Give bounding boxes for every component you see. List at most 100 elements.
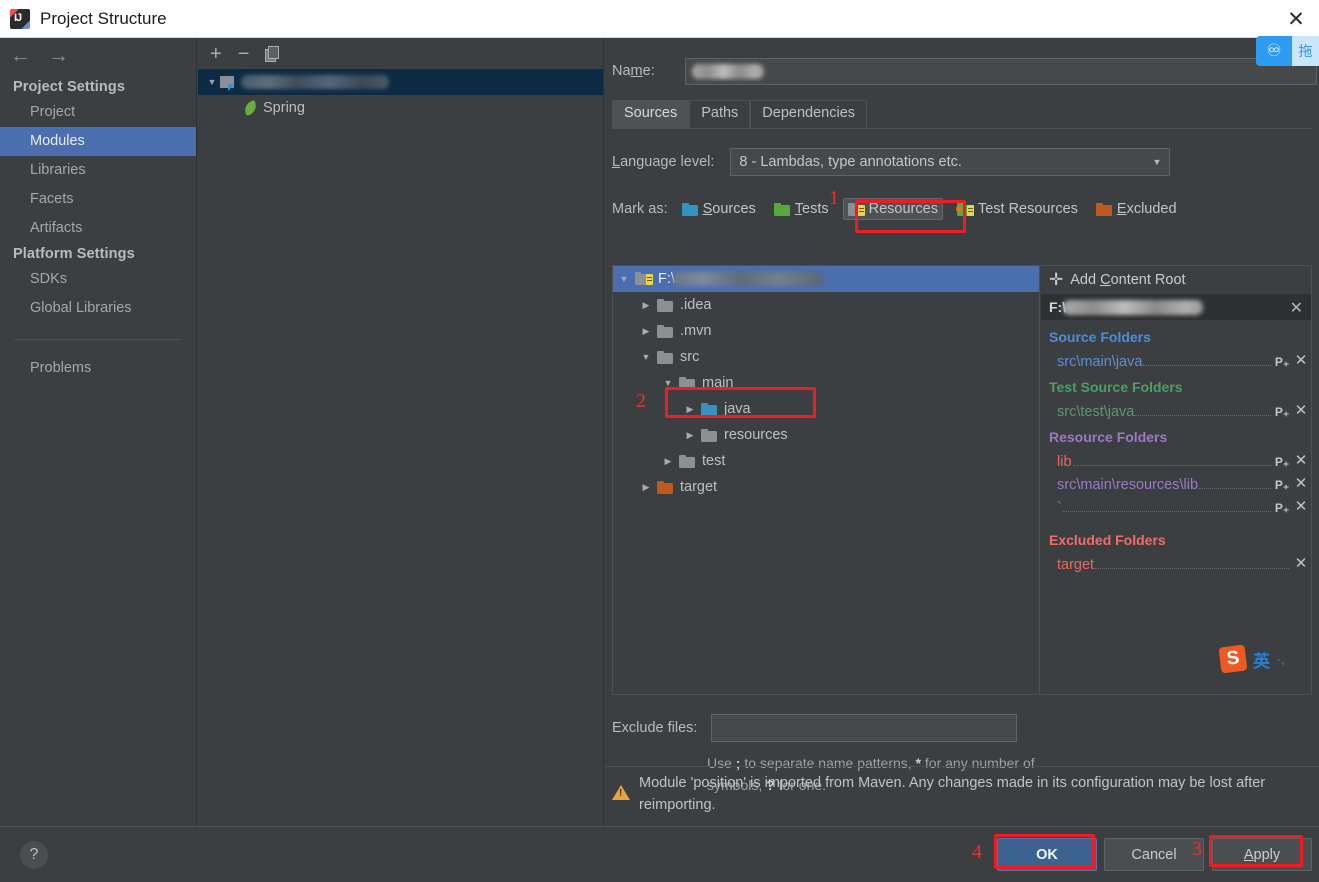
close-icon[interactable]: ✕ — [1291, 497, 1311, 515]
remove-content-root-icon[interactable]: ✕ — [1290, 298, 1303, 318]
dialog-footer: ? OK Cancel Apply — [0, 826, 1319, 882]
package-prefix-icon[interactable]: P₊ — [1273, 355, 1291, 369]
mark-as-test-resources-button[interactable]: Test Resources — [953, 198, 1082, 220]
close-icon[interactable]: ✕ — [1291, 554, 1311, 572]
window-title: Project Structure — [40, 8, 167, 28]
sogou-mode-label[interactable]: 英 — [1253, 647, 1270, 672]
sidebar-item-libraries[interactable]: Libraries — [0, 156, 196, 185]
excluded-folder-entry[interactable]: target ✕ — [1041, 550, 1311, 573]
sogou-ime-bar[interactable]: S 英 ·, — [1218, 642, 1286, 676]
close-icon[interactable]: ✕ — [1291, 401, 1311, 419]
module-tree-row-spring-facet[interactable]: Spring — [198, 95, 603, 121]
sogou-extra-icons[interactable]: ·, — [1276, 651, 1285, 668]
tree-label-target: target — [680, 479, 718, 495]
tree-row-main[interactable]: ▼ main — [613, 370, 1039, 396]
mark-as-excluded-button[interactable]: Excluded — [1092, 198, 1181, 220]
chevron-right-icon[interactable]: ▶ — [635, 482, 657, 493]
mark-as-tests-button[interactable]: Tests — [770, 198, 833, 220]
ok-button[interactable]: OK — [997, 838, 1097, 871]
sidebar-item-facets[interactable]: Facets — [0, 185, 196, 214]
plus-icon[interactable]: + — [210, 44, 222, 64]
tree-row-target[interactable]: ▶ target — [613, 474, 1039, 500]
chevron-down-icon[interactable]: ▼ — [657, 378, 679, 388]
entry-leader-dots — [1199, 488, 1271, 489]
hint-part-2: to separate name patterns, — [740, 755, 916, 771]
chevron-down-icon[interactable]: ▼ — [613, 274, 635, 284]
group-title-excluded-folders: Excluded Folders — [1049, 532, 1166, 548]
module-toolbar: + − — [198, 38, 603, 69]
package-prefix-icon[interactable]: P₊ — [1273, 501, 1291, 515]
chevron-down-icon[interactable]: ▼ — [635, 352, 657, 362]
tree-row-content-root[interactable]: ▼ F:\ — [613, 266, 1039, 292]
close-icon[interactable]: ✕ — [1291, 474, 1311, 492]
resource-folder-entry[interactable]: lib P₊ ✕ — [1041, 447, 1311, 470]
entry-leader-dots — [1095, 568, 1289, 569]
copy-icon[interactable] — [265, 45, 280, 62]
sidebar-item-project[interactable]: Project — [0, 98, 196, 127]
tree-row-src[interactable]: ▼ src — [613, 344, 1039, 370]
mark-as-sources-button[interactable]: Sources — [678, 198, 760, 220]
group-title-source-folders: Source Folders — [1049, 329, 1151, 345]
add-content-root-button[interactable]: ✛ Add Content Root — [1041, 266, 1311, 294]
tab-paths[interactable]: Paths — [689, 100, 751, 128]
folder-grey-icon — [679, 454, 696, 468]
baidu-netdisk-overlay[interactable]: ♾ 拖 — [1256, 36, 1319, 66]
tree-row-resources[interactable]: ▶ resources — [613, 422, 1039, 448]
folder-grey-icon — [701, 428, 718, 442]
plus-icon: ✛ — [1049, 270, 1064, 289]
chevron-right-icon[interactable]: ▶ — [679, 430, 701, 441]
folder-grey-icon — [657, 324, 674, 338]
sidebar-item-problems[interactable]: Problems — [0, 354, 196, 383]
chevron-down-icon[interactable]: ▼ — [204, 77, 220, 87]
resource-folder-entry[interactable]: ` P₊ ✕ — [1041, 493, 1311, 516]
arrow-right-icon[interactable]: → — [48, 45, 69, 66]
tree-row-test[interactable]: ▶ test — [613, 448, 1039, 474]
tree-row-idea[interactable]: ▶ .idea — [613, 292, 1039, 318]
resource-folder-entry[interactable]: src\main\resources\lib P₊ ✕ — [1041, 470, 1311, 493]
module-tree-row-selected[interactable]: ▼ — [198, 69, 603, 95]
chevron-right-icon[interactable]: ▶ — [635, 326, 657, 337]
package-prefix-icon[interactable]: P₊ — [1273, 405, 1291, 419]
module-name-input[interactable] — [684, 57, 1317, 85]
annotation-number-4: 4 — [972, 841, 982, 863]
exclude-files-label: Exclude files: — [612, 720, 698, 736]
baidu-netdisk-icon[interactable]: ♾ — [1256, 36, 1292, 66]
mark-as-resources-button[interactable]: Resources — [842, 198, 943, 220]
close-icon[interactable]: ✕ — [1291, 451, 1311, 469]
chevron-down-icon: ▼ — [1152, 157, 1162, 167]
test-source-folder-entry[interactable]: src\test\java P₊ ✕ — [1041, 397, 1311, 420]
tree-row-java[interactable]: ▶ java — [613, 396, 1039, 422]
help-button[interactable]: ? — [20, 841, 48, 869]
sidebar-item-sdks[interactable]: SDKs — [0, 265, 196, 294]
chevron-right-icon[interactable]: ▶ — [679, 404, 701, 415]
apply-button[interactable]: Apply — [1212, 838, 1312, 871]
package-prefix-icon[interactable]: P₊ — [1273, 478, 1291, 492]
minus-icon[interactable]: − — [238, 44, 250, 64]
package-prefix-icon[interactable]: P₊ — [1273, 455, 1291, 469]
close-icon[interactable]: ✕ — [1273, 0, 1319, 38]
tab-sources[interactable]: Sources — [612, 100, 690, 128]
folder-teal-icon — [701, 402, 718, 416]
module-name-row: Name: — [605, 54, 1319, 88]
tree-label-src: src — [680, 349, 700, 365]
excluded-folder-path: target — [1057, 557, 1095, 573]
chevron-right-icon[interactable]: ▶ — [635, 300, 657, 311]
sidebar-item-global-libraries[interactable]: Global Libraries — [0, 294, 196, 323]
sidebar-item-artifacts[interactable]: Artifacts — [0, 214, 196, 243]
module-name-redacted — [241, 75, 389, 89]
close-icon[interactable]: ✕ — [1291, 351, 1311, 369]
source-folder-entry[interactable]: src\main\java P₊ ✕ — [1041, 347, 1311, 370]
tree-row-mvn[interactable]: ▶ .mvn — [613, 318, 1039, 344]
mark-as-resources-label: Resources — [868, 201, 938, 217]
arrow-left-icon[interactable]: ← — [10, 45, 31, 66]
facet-label: Spring — [263, 100, 305, 116]
sogou-logo-icon[interactable]: S — [1218, 644, 1248, 674]
group-title-resource-folders: Resource Folders — [1049, 429, 1168, 445]
chevron-right-icon[interactable]: ▶ — [657, 456, 679, 467]
cancel-button[interactable]: Cancel — [1104, 838, 1204, 871]
exclude-files-input[interactable] — [711, 714, 1018, 742]
language-level-select[interactable]: 8 - Lambdas, type annotations etc. ▼ — [730, 148, 1171, 176]
tab-dependencies[interactable]: Dependencies — [750, 100, 868, 128]
spring-leaf-icon — [242, 101, 260, 115]
sidebar-item-modules[interactable]: Modules — [0, 127, 196, 156]
